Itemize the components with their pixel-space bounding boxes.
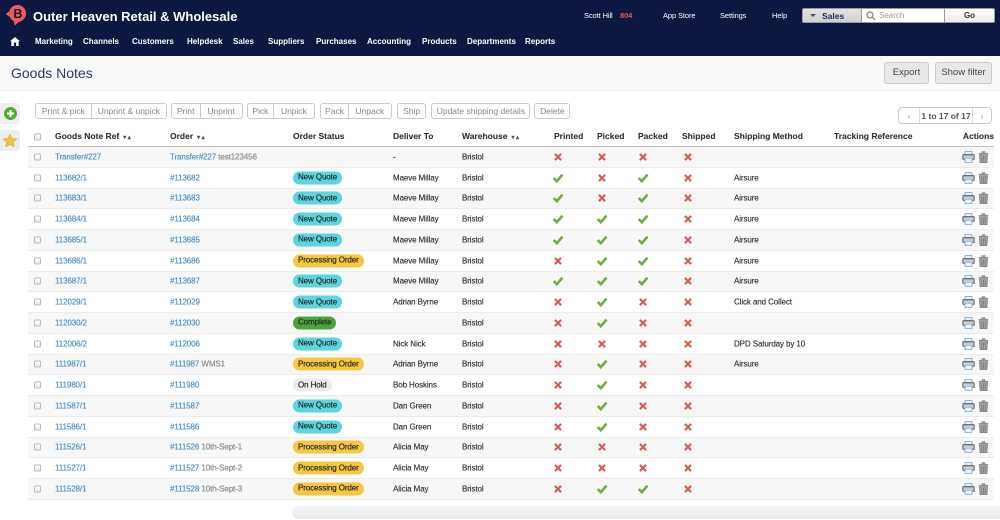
svg-text:B: B bbox=[13, 7, 22, 21]
